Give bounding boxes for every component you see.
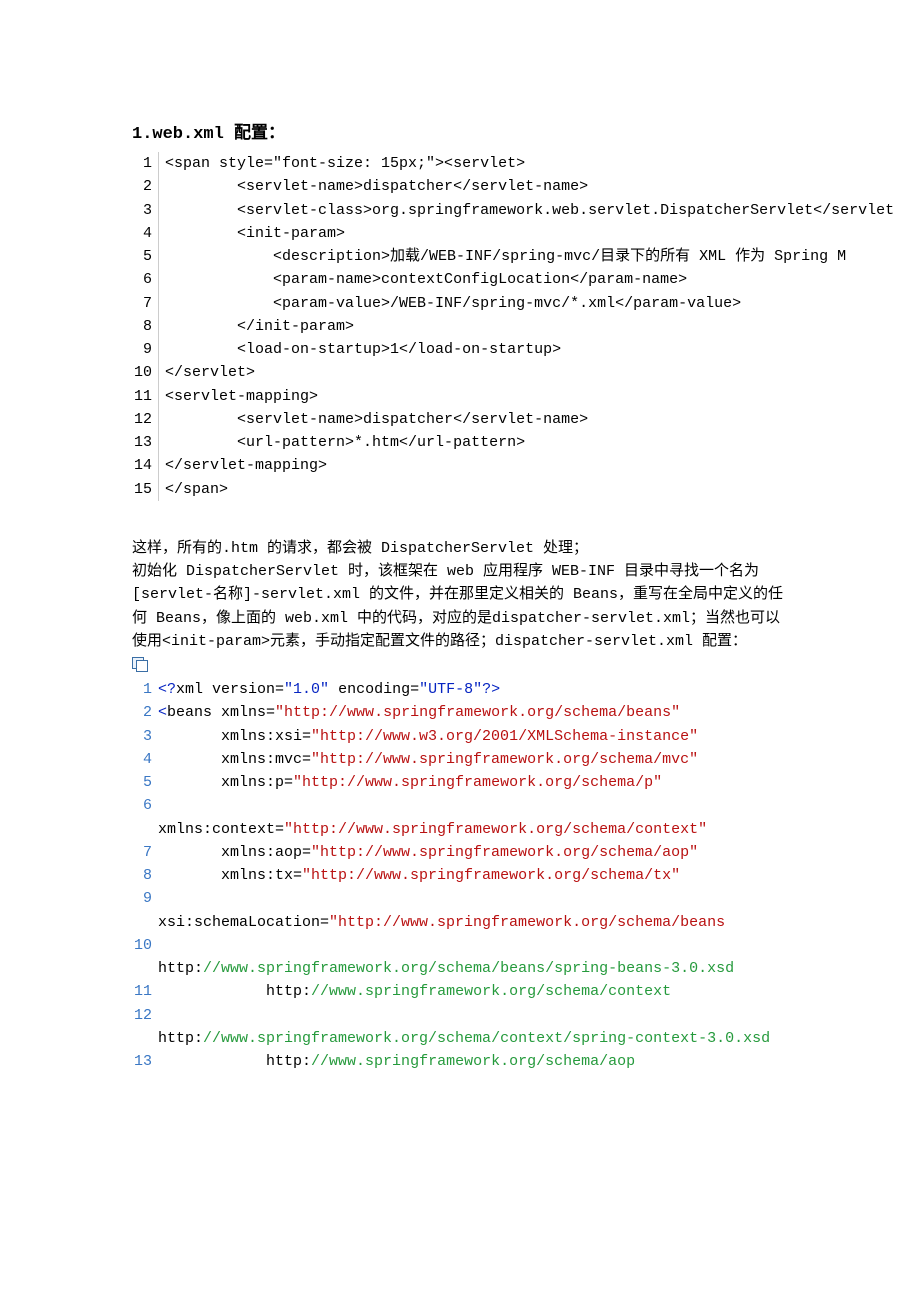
line-number: 5 bbox=[132, 771, 158, 794]
code-line: xmlns:context="http://www.springframewor… bbox=[158, 818, 788, 841]
line-number: 7 bbox=[132, 841, 158, 864]
code-line: <description>加载/WEB-INF/spring-mvc/目录下的所… bbox=[159, 245, 895, 268]
code-line: <servlet-mapping> bbox=[159, 385, 895, 408]
code-line: <?xml version="1.0" encoding="UTF-8"?> bbox=[158, 678, 788, 701]
section-heading: 1.web.xml 配置： bbox=[132, 118, 788, 144]
code-block-dispatcher-xml: 1<?xml version="1.0" encoding="UTF-8"?>2… bbox=[132, 678, 788, 1073]
code-line: <load-on-startup>1</load-on-startup> bbox=[159, 338, 895, 361]
line-number: 5 bbox=[132, 245, 159, 268]
line-number: 11 bbox=[132, 980, 158, 1003]
line-number: 3 bbox=[132, 199, 159, 222]
code-line: xmlns:mvc="http://www.springframework.or… bbox=[158, 748, 788, 771]
code-line: http://www.springframework.org/schema/co… bbox=[158, 980, 788, 1003]
code-line: http://www.springframework.org/schema/co… bbox=[158, 1027, 788, 1050]
line-number: 2 bbox=[132, 175, 159, 198]
line-number bbox=[132, 957, 158, 980]
code-line bbox=[158, 1004, 788, 1027]
line-number: 11 bbox=[132, 385, 159, 408]
code-line: <servlet-class>org.springframework.web.s… bbox=[159, 199, 895, 222]
code-line: http://www.springframework.org/schema/ao… bbox=[158, 1050, 788, 1073]
line-number: 3 bbox=[132, 725, 158, 748]
code-line: </servlet-mapping> bbox=[159, 454, 895, 477]
code-line: xsi:schemaLocation="http://www.springfra… bbox=[158, 911, 788, 934]
line-number: 10 bbox=[132, 934, 158, 957]
line-number: 9 bbox=[132, 887, 158, 910]
code-line bbox=[158, 794, 788, 817]
code-line bbox=[158, 934, 788, 957]
line-number: 6 bbox=[132, 794, 158, 817]
copy-icon[interactable] bbox=[132, 657, 148, 671]
code-block-webxml: 1<span style="font-size: 15px;"><servlet… bbox=[132, 152, 894, 501]
code-line: <init-param> bbox=[159, 222, 895, 245]
line-number: 1 bbox=[132, 678, 158, 701]
line-number: 12 bbox=[132, 1004, 158, 1027]
line-number: 8 bbox=[132, 864, 158, 887]
line-number bbox=[132, 1027, 158, 1050]
line-number: 4 bbox=[132, 222, 159, 245]
code-line: <servlet-name>dispatcher</servlet-name> bbox=[159, 408, 895, 431]
code-line bbox=[158, 887, 788, 910]
line-number: 13 bbox=[132, 431, 159, 454]
code-line: </span> bbox=[159, 478, 895, 501]
line-number: 6 bbox=[132, 268, 159, 291]
line-number bbox=[132, 911, 158, 934]
line-number: 4 bbox=[132, 748, 158, 771]
line-number: 10 bbox=[132, 361, 159, 384]
line-number: 15 bbox=[132, 478, 159, 501]
line-number: 9 bbox=[132, 338, 159, 361]
code-line: </init-param> bbox=[159, 315, 895, 338]
code-line: xmlns:tx="http://www.springframework.org… bbox=[158, 864, 788, 887]
explanation-paragraph: 这样，所有的.htm 的请求，都会被 DispatcherServlet 处理；… bbox=[132, 537, 788, 653]
code-line: <beans xmlns="http://www.springframework… bbox=[158, 701, 788, 724]
code-line: <param-value>/WEB-INF/spring-mvc/*.xml</… bbox=[159, 292, 895, 315]
code-line: xmlns:p="http://www.springframework.org/… bbox=[158, 771, 788, 794]
code-line: <span style="font-size: 15px;"><servlet> bbox=[159, 152, 895, 175]
code-line: </servlet> bbox=[159, 361, 895, 384]
line-number bbox=[132, 818, 158, 841]
line-number: 14 bbox=[132, 454, 159, 477]
line-number: 8 bbox=[132, 315, 159, 338]
code-line: <param-name>contextConfigLocation</param… bbox=[159, 268, 895, 291]
code-line: <url-pattern>*.htm</url-pattern> bbox=[159, 431, 895, 454]
line-number: 13 bbox=[132, 1050, 158, 1073]
line-number: 2 bbox=[132, 701, 158, 724]
code-line: xmlns:aop="http://www.springframework.or… bbox=[158, 841, 788, 864]
line-number: 7 bbox=[132, 292, 159, 315]
line-number: 12 bbox=[132, 408, 159, 431]
code-line: http://www.springframework.org/schema/be… bbox=[158, 957, 788, 980]
code-line: xmlns:xsi="http://www.w3.org/2001/XMLSch… bbox=[158, 725, 788, 748]
line-number: 1 bbox=[132, 152, 159, 175]
code-line: <servlet-name>dispatcher</servlet-name> bbox=[159, 175, 895, 198]
